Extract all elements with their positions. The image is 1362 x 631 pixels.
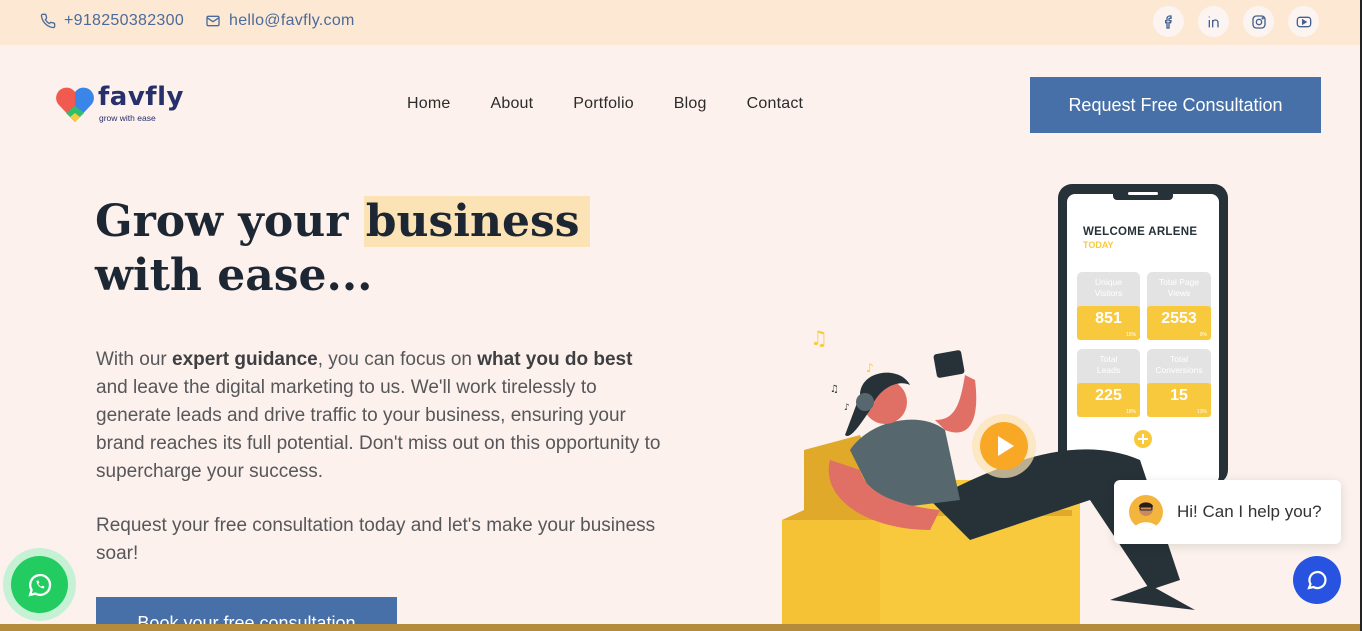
nav-portfolio[interactable]: Portfolio: [573, 95, 634, 113]
nav-about[interactable]: About: [490, 95, 533, 113]
stat-card-4: Total Conversions 15 13%: [1147, 349, 1211, 417]
email-contact[interactable]: hello@favfly.com: [205, 12, 355, 30]
mail-icon: [206, 15, 220, 27]
chat-launcher-button[interactable]: [1293, 556, 1341, 604]
nav-contact[interactable]: Contact: [747, 95, 804, 113]
chat-greeting-text: Hi! Can I help you?: [1177, 502, 1322, 521]
stat-value: 15: [1170, 387, 1188, 404]
phone-number: +918250382300: [64, 12, 185, 29]
stat-label: Total Leads: [1096, 354, 1121, 375]
facebook-icon[interactable]: [1153, 6, 1184, 37]
title-part: with ease...: [95, 250, 373, 301]
youtube-icon[interactable]: [1288, 6, 1319, 37]
title-highlight: business: [363, 196, 590, 247]
brand-tagline: grow with ease: [99, 113, 156, 123]
chat-icon: [1307, 570, 1327, 590]
whatsapp-icon: [11, 556, 68, 613]
text: and leave the digital marketing to us. W…: [96, 377, 661, 482]
nav-home[interactable]: Home: [407, 95, 450, 113]
phone-contact[interactable]: +918250382300: [40, 12, 184, 30]
stat-percent: 13%: [1196, 409, 1207, 415]
heart-logo-icon: [56, 87, 94, 122]
agent-avatar: [1129, 495, 1163, 529]
whatsapp-button[interactable]: [3, 548, 76, 621]
hero-illustration: ♫ ♪ ♫ ♪ WELCOME ARLENE TODAY Unique Visi…: [770, 180, 1240, 631]
svg-text:♪: ♪: [844, 403, 850, 413]
instagram-icon[interactable]: [1243, 6, 1274, 37]
stat-percent: 15%: [1125, 332, 1136, 338]
svg-text:♫: ♫: [810, 326, 828, 350]
stat-value: 2553: [1161, 310, 1197, 327]
favfly-logo[interactable]: favfly grow with ease: [54, 82, 194, 126]
stat-value: 225: [1095, 387, 1122, 404]
phone-screen-content: WELCOME ARLENE TODAY: [1083, 226, 1197, 250]
stat-label: Total Conversions: [1155, 354, 1203, 375]
social-links: [1153, 6, 1319, 37]
stat-percent: 9%: [1199, 332, 1207, 338]
main-nav: Home About Portfolio Blog Contact: [407, 95, 843, 113]
email-address: hello@favfly.com: [229, 12, 355, 29]
title-part: Grow your: [95, 196, 364, 247]
taskbar-strip: [0, 624, 1362, 631]
hero-paragraph: With our expert guidance, you can focus …: [96, 346, 666, 486]
stat-label: Total Page Views: [1158, 277, 1200, 298]
text: With our: [96, 349, 173, 370]
hero-paragraph-2: Request your free consultation today and…: [96, 515, 656, 564]
svg-text:♫: ♫: [830, 384, 839, 395]
chat-greeting-bubble[interactable]: Hi! Can I help you?: [1114, 480, 1341, 544]
brand-name: favfly: [98, 82, 184, 112]
stat-card-3: Total Leads 225 18%: [1077, 349, 1140, 417]
linkedin-icon[interactable]: [1198, 6, 1229, 37]
request-consultation-button[interactable]: Request Free Consultation: [1030, 77, 1321, 133]
hero-title: Grow your business with ease...: [95, 195, 655, 303]
welcome-text: WELCOME ARLENE: [1083, 226, 1198, 238]
today-text: TODAY: [1083, 240, 1114, 250]
bold-text: expert guidance: [172, 349, 318, 370]
text: , you can focus on: [317, 349, 478, 370]
stat-label: Unique Visitors: [1094, 277, 1123, 298]
stat-value: 851: [1095, 310, 1122, 327]
nav-blog[interactable]: Blog: [674, 95, 707, 113]
stat-card-1: Unique Visitors 851 15%: [1077, 272, 1140, 340]
stat-percent: 18%: [1125, 409, 1136, 415]
svg-text:♪: ♪: [866, 361, 874, 375]
phone-icon: [40, 13, 56, 29]
bold-text: what you do best: [477, 349, 633, 370]
stat-card-2: Total Page Views 2553 9%: [1147, 272, 1211, 340]
top-bar: +918250382300 hello@favfly.com: [0, 0, 1362, 45]
